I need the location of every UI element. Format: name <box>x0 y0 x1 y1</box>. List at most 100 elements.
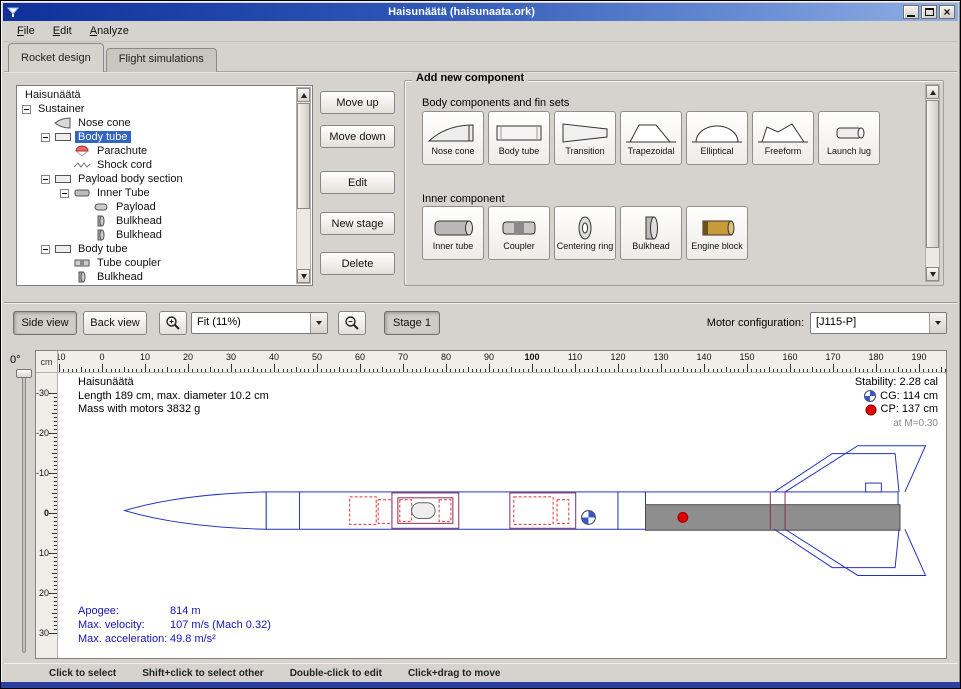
tree-item-body-tube[interactable]: Body tube <box>18 130 296 144</box>
edit-button[interactable]: Edit <box>320 171 395 194</box>
tab-flight-simulations[interactable]: Flight simulations <box>106 48 217 72</box>
tree-item-tube-coupler[interactable]: Tube coupler <box>18 256 296 270</box>
ruler-tick <box>906 369 907 372</box>
trapezoidal-button[interactable]: Trapezoidal <box>620 111 682 165</box>
menu-edit[interactable]: Edit <box>44 23 81 39</box>
inner-tube-button[interactable]: Inner tube <box>422 206 484 260</box>
collapse-toggle-icon[interactable] <box>41 133 50 142</box>
tree-item-sustainer[interactable]: Sustainer <box>18 102 296 116</box>
fin-shape[interactable] <box>785 446 926 492</box>
tree-item-bulkhead[interactable]: Bulkhead <box>18 270 296 284</box>
zoom-out-button[interactable] <box>338 311 366 335</box>
collapse-toggle-icon[interactable] <box>60 189 69 198</box>
tree-item-bulkhead[interactable]: Bulkhead <box>18 214 296 228</box>
new-stage-button[interactable]: New stage <box>320 212 395 235</box>
move-down-button[interactable]: Move down <box>320 125 395 148</box>
tree-item-label[interactable]: Bulkhead <box>113 229 165 241</box>
bulkhead-button[interactable]: Bulkhead <box>620 206 682 260</box>
ruler-tick <box>54 601 57 602</box>
motor-configuration-select[interactable]: [J115-P] <box>810 312 947 334</box>
engine-block-button[interactable]: Engine block <box>686 206 748 260</box>
rocket-draw-area[interactable]: Haisunäätä Length 189 cm, max. diameter … <box>58 373 946 658</box>
tree-item-label[interactable]: Tube coupler <box>94 257 164 269</box>
scale-select[interactable]: Fit (11%) <box>191 312 328 334</box>
tree-item-label[interactable]: Bulkhead <box>113 215 165 227</box>
zoom-in-button[interactable] <box>159 311 187 335</box>
scroll-up-button[interactable] <box>297 88 310 102</box>
fin-shape[interactable] <box>785 529 926 575</box>
ruler-tick <box>54 517 57 518</box>
scrollbar-thumb[interactable] <box>926 100 939 248</box>
tree-item-nose-cone[interactable]: Nose cone <box>18 116 296 130</box>
tree-item-label[interactable]: Parachute <box>94 145 150 157</box>
nose-cone-shape[interactable] <box>125 492 267 529</box>
ruler-tick <box>162 369 163 372</box>
tree-item-label[interactable]: Payload <box>113 201 159 213</box>
menu-analyze[interactable]: Analyze <box>81 23 138 39</box>
tree-item-label[interactable]: Body tube <box>75 243 131 255</box>
tree-item-label[interactable]: Payload body section <box>75 173 186 185</box>
tree-item-label[interactable]: Haisunäätä <box>22 89 84 101</box>
launch-lug-button[interactable]: Launch lug <box>818 111 880 165</box>
collapse-toggle-icon[interactable] <box>41 175 50 184</box>
tab-rocket-design[interactable]: Rocket design <box>8 43 104 72</box>
rotation-slider-track[interactable] <box>22 373 26 653</box>
ruler-tick <box>571 369 572 372</box>
launch-lug-shape[interactable] <box>866 483 882 492</box>
scrollbar-thumb[interactable] <box>297 103 310 209</box>
freeform-button[interactable]: Freeform <box>752 111 814 165</box>
collapse-toggle-icon[interactable] <box>41 245 50 254</box>
tree-item-payload-body-section[interactable]: Payload body section <box>18 172 296 186</box>
ruler-tick <box>231 364 232 372</box>
tree-scrollbar[interactable] <box>296 87 311 284</box>
tree-item-bulkhead[interactable]: Bulkhead <box>18 228 296 242</box>
tree-item-shock-cord[interactable]: Shock cord <box>18 158 296 172</box>
scroll-down-button[interactable] <box>926 267 939 281</box>
ruler-tick <box>936 369 937 372</box>
side-view-button[interactable]: Side view <box>13 311 77 335</box>
title-bar[interactable]: Haisunäätä (haisunaata.ork) × <box>3 3 958 21</box>
tree-item-body-tube[interactable]: Body tube <box>18 242 296 256</box>
tree-item-label[interactable]: Sustainer <box>35 103 87 115</box>
chevron-down-icon[interactable] <box>310 313 327 333</box>
payload-shape[interactable] <box>412 503 436 519</box>
tree-item-label[interactable]: Inner Tube <box>94 187 153 199</box>
coupler-button[interactable]: Coupler <box>488 206 550 260</box>
ruler-tick <box>145 364 146 372</box>
ruler-tick <box>351 369 352 372</box>
tree-item-label[interactable]: Nose cone <box>75 117 134 129</box>
tree-item-label[interactable]: Body tube <box>75 131 131 143</box>
menu-file[interactable]: File <box>8 23 44 39</box>
tree-item-haisunäätä[interactable]: Haisunäätä <box>18 88 296 102</box>
body-tube-button[interactable]: Body tube <box>488 111 550 165</box>
nose-cone-button[interactable]: Nose cone <box>422 111 484 165</box>
ruler-tick <box>300 369 301 372</box>
close-button[interactable]: × <box>939 5 955 19</box>
tree-item-label[interactable]: Bulkhead <box>94 271 146 283</box>
tree-item-payload[interactable]: Payload <box>18 200 296 214</box>
back-view-button[interactable]: Back view <box>83 311 147 335</box>
ruler-tick <box>394 369 395 372</box>
centering-ring-button[interactable]: Centering ring <box>554 206 616 260</box>
scroll-up-button[interactable] <box>926 85 939 99</box>
ruler-tick <box>54 577 57 578</box>
elliptical-button[interactable]: Elliptical <box>686 111 748 165</box>
body-tube-icon <box>54 173 72 185</box>
rotation-slider-handle[interactable] <box>16 369 32 378</box>
tree-item-parachute[interactable]: Parachute <box>18 144 296 158</box>
palette-scrollbar[interactable] <box>925 84 940 282</box>
stage-toggle-button[interactable]: Stage 1 <box>384 311 440 335</box>
chevron-down-icon[interactable] <box>929 313 946 333</box>
move-up-button[interactable]: Move up <box>320 91 395 114</box>
tree-item-inner-tube[interactable]: Inner Tube <box>18 186 296 200</box>
ruler-tick <box>803 369 804 372</box>
maximize-button[interactable] <box>921 5 937 19</box>
scroll-down-button[interactable] <box>297 269 310 283</box>
delete-button[interactable]: Delete <box>320 252 395 275</box>
ruler-tick <box>52 413 57 414</box>
tree-item-label[interactable]: Shock cord <box>94 159 155 171</box>
minimize-button[interactable] <box>903 5 919 19</box>
collapse-toggle-icon[interactable] <box>22 105 31 114</box>
ruler-tick <box>756 369 757 372</box>
transition-button[interactable]: Transition <box>554 111 616 165</box>
